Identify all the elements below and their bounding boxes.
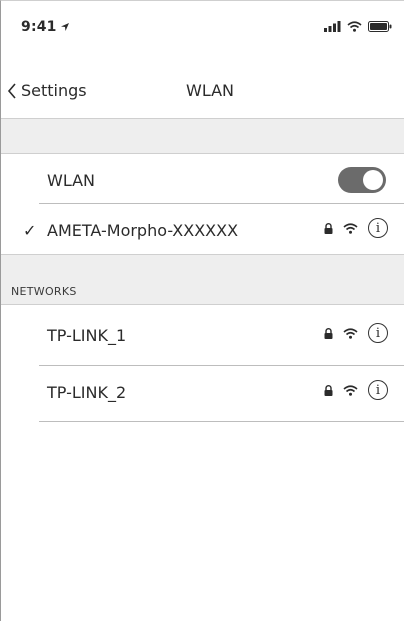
status-time: 9:41 [21,19,70,35]
current-network-name: AMETA-Morpho-XXXXXX [47,220,239,240]
time-text: 9:41 [21,19,57,35]
nav-bar: Settings WLAN [1,71,404,115]
wifi-icon [347,21,362,32]
network-row[interactable]: TP-LINK_2 i [1,366,404,418]
current-network-icons: i [324,218,388,238]
checkmark-icon: ✓ [23,220,37,240]
battery-icon [368,21,392,32]
status-icons [324,21,392,32]
lock-icon [324,327,333,339]
info-icon[interactable]: i [368,380,388,400]
back-button[interactable]: Settings [7,81,87,100]
phone-screen: 9:41 Settings WLAN WLAN ✓ AMETA-Morpho-X… [0,0,404,621]
wlan-label: WLAN [47,170,96,190]
networks-section-header: NETWORKS [1,254,404,305]
location-arrow-icon [60,23,69,31]
info-icon[interactable]: i [368,323,388,343]
network-icons: i [324,323,388,343]
wifi-icon [343,222,358,234]
network-row[interactable]: TP-LINK_1 i [1,309,404,361]
info-icon[interactable]: i [368,218,388,238]
network-name: TP-LINK_1 [47,325,127,345]
back-label: Settings [21,81,87,100]
signal-bars-icon [324,21,341,32]
section-spacer [1,118,404,154]
networks-header-label: NETWORKS [11,285,77,298]
lock-icon [324,222,333,234]
wifi-icon [343,327,358,339]
lock-icon [324,384,333,396]
toggle-knob [363,170,383,190]
wifi-icon [343,384,358,396]
page-title: WLAN [186,81,235,100]
divider [39,421,404,422]
network-name: TP-LINK_2 [47,382,127,402]
current-network-row[interactable]: ✓ AMETA-Morpho-XXXXXX i [1,204,404,256]
wlan-toggle-row: WLAN [1,154,404,206]
status-bar: 9:41 [1,1,404,51]
chevron-left-icon [7,82,16,99]
network-icons: i [324,380,388,400]
wlan-toggle-switch[interactable] [338,167,386,193]
